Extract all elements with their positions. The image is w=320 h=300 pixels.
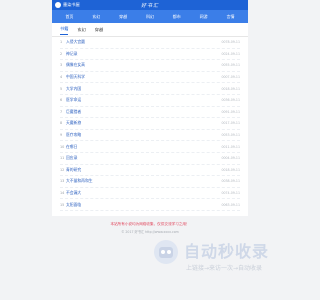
- list-item[interactable]: 9 医疗攻略 0053-09-11: [60, 130, 240, 142]
- list-item[interactable]: 15 太阳面临 0063-09-11: [60, 199, 240, 211]
- book-date: 0091-09-11: [221, 109, 240, 114]
- content-card: 书籍 玄幻 穿越 1 入侵大宫圆 0078-09-11 2 神记录 0024-09-11…: [52, 23, 248, 216]
- tab-chuanyue[interactable]: 穿越: [95, 25, 103, 35]
- site-title: 好书汇: [140, 2, 159, 9]
- nav-item-xuanhuan[interactable]: 玄幻: [92, 14, 100, 20]
- tab-bar: 书籍 玄幻 穿越: [52, 23, 248, 37]
- book-title[interactable]: 天魔新旅: [66, 120, 221, 126]
- book-date: 0036-09-11: [221, 98, 240, 103]
- book-title[interactable]: 大学内国: [66, 86, 221, 92]
- book-title[interactable]: 巨魔猎者: [66, 109, 221, 115]
- book-title[interactable]: 大不量和再和生: [66, 178, 221, 184]
- book-title[interactable]: 偶像在女高: [66, 62, 221, 68]
- nav-bar: 首页 玄幻 穿越 科幻 都市 网游 言情: [52, 10, 248, 23]
- footer-note: 本站所有小说均为网络收集，仅供交流学习之用！: [110, 222, 190, 226]
- book-title[interactable]: 太阳面临: [66, 202, 221, 208]
- tab-xuanhuan[interactable]: 玄幻: [77, 25, 85, 35]
- robot-logo-icon: [154, 240, 178, 264]
- list-item[interactable]: 5 大学内国 0018-09-11: [60, 83, 240, 95]
- header: 墨染书屋 好书汇: [52, 0, 248, 10]
- book-date: 0011-09-11: [221, 144, 240, 149]
- list-item[interactable]: 4 中国天科学 0007-09-11: [60, 72, 240, 84]
- book-title[interactable]: 中国天科学: [66, 74, 221, 80]
- tab-books[interactable]: 书籍: [60, 24, 69, 35]
- list-item[interactable]: 3 偶像在女高 0055-09-11: [60, 60, 240, 72]
- book-date: 0053-09-11: [221, 133, 240, 138]
- list-item[interactable]: 11 回应录 0004-09-11: [60, 153, 240, 165]
- watermark: 自动秒收录 上链接→来访一次→自动收录: [152, 238, 300, 278]
- book-date: 0018-09-11: [221, 86, 240, 91]
- list-item[interactable]: 13 大不量和再和生 0038-09-11: [60, 176, 240, 188]
- list-item[interactable]: 1 入侵大宫圆 0078-09-11: [60, 37, 240, 49]
- book-title[interactable]: 回应录: [66, 155, 221, 161]
- watermark-title: 自动秒收录: [184, 242, 270, 261]
- copyright: © 2017 好书汇 http://www.xxxx.com: [121, 230, 179, 234]
- book-date: 0017-09-11: [221, 121, 240, 126]
- list-item[interactable]: 7 巨魔猎者 0091-09-11: [60, 107, 240, 119]
- list-item[interactable]: 8 天魔新旅 0017-09-11: [60, 118, 240, 130]
- book-date: 0007-09-11: [221, 75, 240, 80]
- book-date: 0055-09-11: [221, 63, 240, 68]
- list-item[interactable]: 2 神记录 0024-09-11: [60, 49, 240, 61]
- page: 墨染书屋 好书汇 首页 玄幻 穿越 科幻 都市 网游 言情 书籍 玄幻 穿越 1…: [0, 0, 300, 300]
- book-title[interactable]: 不会漏大: [66, 190, 221, 196]
- list-item[interactable]: 12 青的研究 0018-09-11: [60, 165, 240, 177]
- book-title[interactable]: 在哪日: [66, 144, 221, 150]
- book-date: 0024-09-11: [221, 51, 240, 56]
- book-title[interactable]: 神记录: [66, 51, 221, 57]
- book-date: 0004-09-11: [221, 156, 240, 161]
- nav-item-kehuan[interactable]: 科幻: [146, 14, 154, 20]
- list-item[interactable]: 14 不会漏大 0074-09-11: [60, 188, 240, 200]
- list-item[interactable]: 6 医学命运 0036-09-11: [60, 95, 240, 107]
- book-title[interactable]: 入侵大宫圆: [66, 39, 221, 45]
- nav-item-yanqing[interactable]: 言情: [226, 14, 234, 20]
- nav-item-home[interactable]: 首页: [65, 14, 73, 20]
- book-title[interactable]: 医学命运: [66, 97, 221, 103]
- list-item[interactable]: 10 在哪日 0011-09-11: [60, 141, 240, 153]
- watermark-subtitle: 上链接→来访一次→自动收录: [186, 265, 263, 272]
- book-date: 0018-09-11: [221, 167, 240, 172]
- nav-item-chuanyue[interactable]: 穿越: [119, 14, 127, 20]
- book-date: 0074-09-11: [221, 191, 240, 196]
- nav-item-wangyou[interactable]: 网游: [200, 14, 208, 20]
- book-date: 0078-09-11: [221, 40, 240, 45]
- nav-item-dushi[interactable]: 都市: [173, 14, 181, 20]
- book-date: 0038-09-11: [221, 179, 240, 184]
- book-title[interactable]: 青的研究: [66, 167, 221, 173]
- book-title[interactable]: 医疗攻略: [66, 132, 221, 138]
- book-list: 1 入侵大宫圆 0078-09-11 2 神记录 0024-09-11 3 偶像在女高 00…: [52, 37, 248, 211]
- book-date: 0063-09-11: [221, 202, 240, 207]
